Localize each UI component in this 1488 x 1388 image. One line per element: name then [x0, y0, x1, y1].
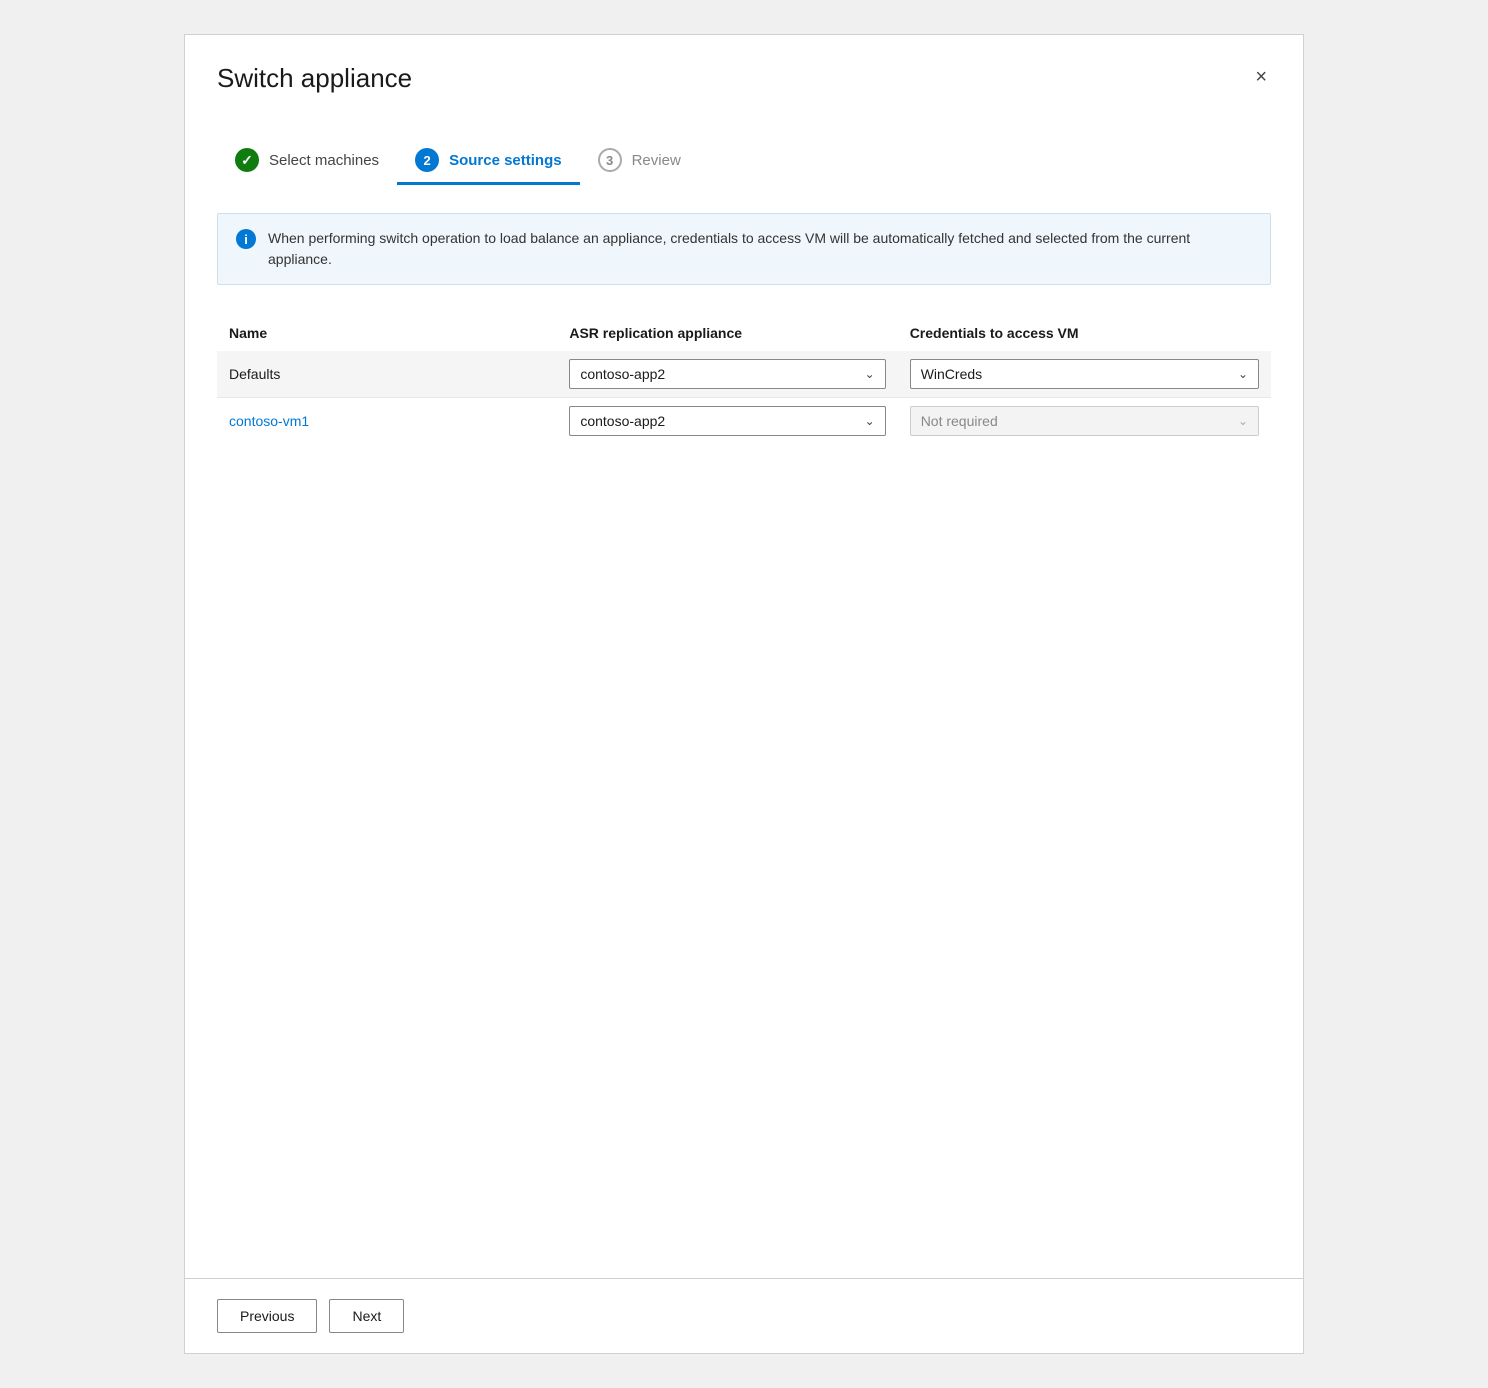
dialog-title: Switch appliance [217, 63, 412, 94]
step-review[interactable]: 3 Review [580, 138, 699, 185]
chevron-down-icon: ⌄ [1238, 367, 1248, 381]
step-select-machines-label: Select machines [269, 152, 379, 169]
row-defaults-asr-dropdown[interactable]: contoso-app2 ⌄ [569, 359, 885, 389]
switch-appliance-dialog: Switch appliance × ✓ Select machines 2 S… [184, 34, 1304, 1354]
row-defaults-name: Defaults [217, 351, 557, 398]
chevron-down-icon: ⌄ [1238, 414, 1248, 428]
row-defaults-asr-value: contoso-app2 [580, 366, 665, 382]
col-header-creds: Credentials to access VM [898, 317, 1271, 351]
row-vm1-creds-cell: Not required ⌄ [898, 398, 1271, 445]
dialog-header: Switch appliance × [185, 35, 1303, 114]
stepper: ✓ Select machines 2 Source settings 3 Re… [217, 138, 1271, 185]
step-select-machines[interactable]: ✓ Select machines [217, 138, 397, 185]
step-check-icon: ✓ [235, 148, 259, 172]
step-2-icon: 2 [415, 148, 439, 172]
row-vm1-creds-dropdown: Not required ⌄ [910, 406, 1259, 436]
chevron-down-icon: ⌄ [865, 414, 875, 428]
col-header-asr: ASR replication appliance [557, 317, 897, 351]
dialog-footer: Previous Next [185, 1278, 1303, 1353]
previous-button[interactable]: Previous [217, 1299, 317, 1333]
contoso-vm1-link[interactable]: contoso-vm1 [229, 413, 309, 429]
step-3-icon: 3 [598, 148, 622, 172]
row-vm1-creds-value: Not required [921, 413, 998, 429]
dialog-body: ✓ Select machines 2 Source settings 3 Re… [185, 114, 1303, 1278]
step-source-settings[interactable]: 2 Source settings [397, 138, 580, 185]
info-text: When performing switch operation to load… [268, 228, 1252, 270]
source-settings-table: Name ASR replication appliance Credentia… [217, 317, 1271, 444]
row-vm1-asr-value: contoso-app2 [580, 413, 665, 429]
step-review-label: Review [632, 152, 681, 169]
row-defaults-creds-value: WinCreds [921, 366, 982, 382]
row-defaults-creds-cell: WinCreds ⌄ [898, 351, 1271, 398]
row-defaults-asr-cell: contoso-app2 ⌄ [557, 351, 897, 398]
step-source-settings-label: Source settings [449, 152, 562, 169]
row-vm1-name: contoso-vm1 [217, 398, 557, 445]
row-defaults-creds-dropdown[interactable]: WinCreds ⌄ [910, 359, 1259, 389]
row-vm1-asr-dropdown[interactable]: contoso-app2 ⌄ [569, 406, 885, 436]
info-banner: i When performing switch operation to lo… [217, 213, 1271, 285]
close-button[interactable]: × [1251, 63, 1271, 91]
info-icon: i [236, 229, 256, 249]
row-vm1-asr-cell: contoso-app2 ⌄ [557, 398, 897, 445]
next-button[interactable]: Next [329, 1299, 404, 1333]
table-row-contoso-vm1: contoso-vm1 contoso-app2 ⌄ Not required … [217, 398, 1271, 445]
chevron-down-icon: ⌄ [865, 367, 875, 381]
table-row-defaults: Defaults contoso-app2 ⌄ WinCreds ⌄ [217, 351, 1271, 398]
col-header-name: Name [217, 317, 557, 351]
